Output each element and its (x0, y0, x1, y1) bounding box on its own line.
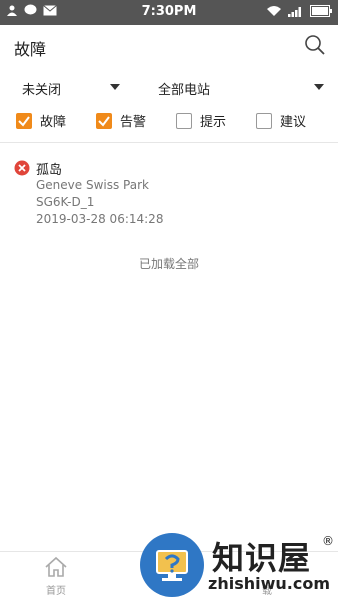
status-dropdown[interactable]: 未关闭 (22, 79, 61, 98)
status-right-icons (266, 5, 332, 17)
severity-filter-row: 故障 告警 提示 建议 (0, 111, 338, 135)
checkbox-label: 提示 (200, 115, 227, 130)
search-icon[interactable] (304, 34, 326, 56)
watermark-logo (140, 533, 204, 597)
signal-icon (288, 7, 301, 17)
divider (0, 142, 338, 143)
battery-icon (310, 5, 332, 17)
chevron-down-icon[interactable] (110, 84, 120, 90)
fault-station: Geneve Swiss Park (36, 178, 149, 192)
wifi-icon (267, 6, 281, 16)
checkbox-label: 建议 (280, 115, 307, 130)
checkbox-box[interactable] (176, 112, 192, 129)
checkbox-alarm[interactable]: 告警 (96, 111, 146, 130)
watermark-brand: 知识屋 (212, 539, 312, 577)
tab-home-label: 首页 (46, 586, 66, 597)
station-dropdown-value: 全部电站 (158, 83, 211, 98)
watermark-domain: zhishiwu.com (208, 574, 330, 593)
error-icon (14, 160, 30, 176)
checkbox-box[interactable] (256, 112, 272, 129)
checkbox-label: 故障 (40, 115, 67, 130)
checkbox-suggestion[interactable]: 建议 (256, 111, 306, 130)
checkmark-icon (18, 115, 30, 127)
status-bar: 7:30PM (0, 0, 338, 25)
fault-device: SG6K-D_1 (36, 195, 95, 209)
checkmark-icon (98, 115, 110, 127)
watermark-registered: ® (322, 534, 334, 548)
checkbox-box[interactable] (16, 112, 32, 129)
filter-row: 未关闭 全部电站 (0, 75, 338, 99)
page-title: 故障 (14, 40, 47, 59)
status-dropdown-value: 未关闭 (22, 83, 62, 98)
chevron-down-icon[interactable] (314, 84, 324, 90)
checkbox-box[interactable] (96, 112, 112, 129)
tab-home[interactable]: 首页 (36, 556, 76, 597)
header: 故障 (0, 25, 338, 67)
list-footer: 已加载全部 (138, 257, 199, 271)
fault-name: 孤岛 (36, 163, 63, 178)
checkbox-label: 告警 (120, 115, 147, 130)
station-dropdown[interactable]: 全部电站 (158, 79, 210, 98)
home-icon (45, 556, 67, 577)
fault-time: 2019-03-28 06:14:28 (36, 212, 164, 226)
checkbox-hint[interactable]: 提示 (176, 111, 226, 130)
checkbox-fault[interactable]: 故障 (16, 111, 66, 130)
monitor-question-icon (156, 550, 188, 581)
